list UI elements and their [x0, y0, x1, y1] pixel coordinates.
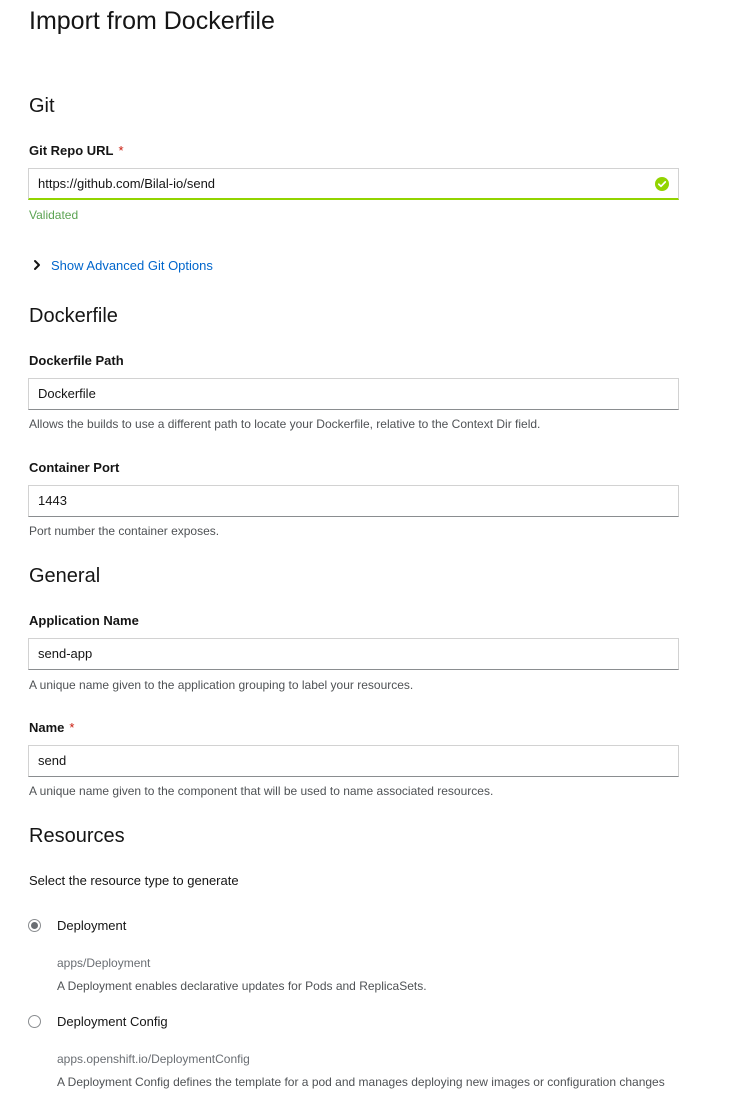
application-name-helper: A unique name given to the application g…: [29, 678, 414, 692]
chevron-right-icon: [34, 260, 40, 270]
section-title-general: General: [29, 565, 101, 587]
required-marker: *: [69, 720, 75, 735]
page-title: Import from Dockerfile: [29, 7, 275, 35]
show-advanced-git-options-label[interactable]: Show Advanced Git Options: [51, 258, 213, 273]
container-port-label: Container Port: [29, 460, 120, 475]
dockerfile-path-label: Dockerfile Path: [29, 353, 124, 368]
radio-option-deployment-config[interactable]: Deployment Config: [28, 1012, 168, 1030]
radio-label-deployment-config[interactable]: Deployment Config: [57, 1014, 168, 1029]
git-repo-url-input[interactable]: [38, 169, 638, 198]
name-label-text: Name: [29, 720, 65, 735]
radio-button-deployment-config[interactable]: [28, 1014, 41, 1028]
deployment-config-api-type: apps.openshift.io/DeploymentConfig: [57, 1052, 250, 1066]
section-title-resources: Resources: [29, 825, 125, 847]
deployment-config-description: A Deployment Config defines the template…: [57, 1075, 665, 1089]
container-port-input[interactable]: [38, 486, 638, 515]
name-field[interactable]: [28, 745, 679, 777]
resources-prompt: Select the resource type to generate: [29, 873, 239, 888]
section-title-dockerfile: Dockerfile: [29, 305, 118, 327]
section-title-git: Git: [29, 95, 55, 117]
check-circle-icon: [655, 177, 669, 191]
application-name-label: Application Name: [29, 613, 139, 628]
deployment-description: A Deployment enables declarative updates…: [57, 979, 427, 993]
name-label: Name *: [29, 719, 74, 737]
container-port-helper: Port number the container exposes.: [29, 524, 220, 538]
name-helper: A unique name given to the component tha…: [29, 784, 494, 798]
git-repo-url-label-text: Git Repo URL: [29, 143, 114, 158]
application-name-input[interactable]: [38, 639, 638, 668]
git-repo-url-field[interactable]: [28, 168, 679, 200]
radio-label-deployment[interactable]: Deployment: [57, 918, 126, 933]
git-validation-status: Validated: [29, 208, 79, 222]
radio-option-deployment[interactable]: Deployment: [28, 916, 126, 934]
radio-button-deployment[interactable]: [28, 918, 41, 932]
show-advanced-git-options-toggle[interactable]: Show Advanced Git Options: [31, 255, 213, 275]
container-port-field[interactable]: [28, 485, 679, 517]
required-marker: *: [118, 143, 124, 158]
deployment-api-type: apps/Deployment: [57, 956, 151, 970]
application-name-field[interactable]: [28, 638, 679, 670]
dockerfile-path-input[interactable]: [38, 379, 638, 408]
name-input[interactable]: [38, 746, 638, 775]
dockerfile-path-field[interactable]: [28, 378, 679, 410]
git-repo-url-label: Git Repo URL *: [29, 142, 124, 160]
dockerfile-path-helper: Allows the builds to use a different pat…: [29, 417, 541, 431]
